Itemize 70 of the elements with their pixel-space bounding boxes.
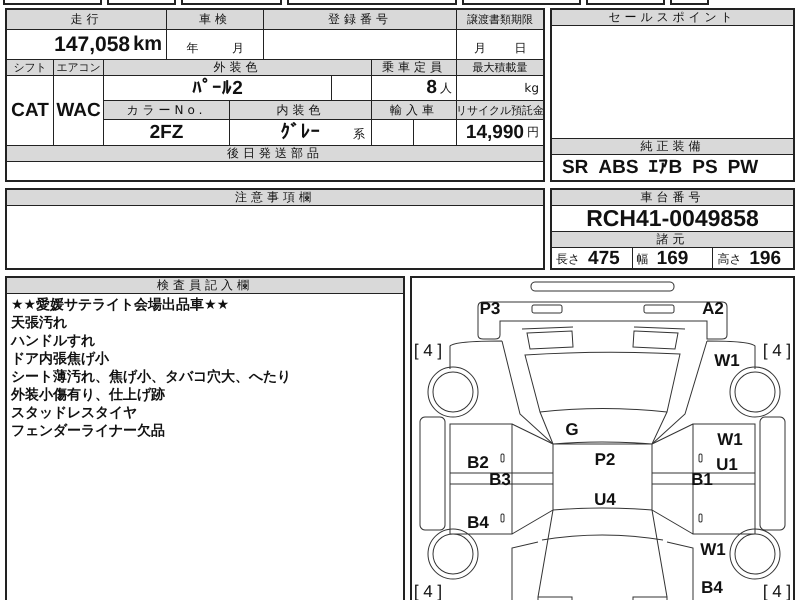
recycling-deposit-value: 14,990 xyxy=(466,122,524,144)
unit-label: 年 xyxy=(186,40,198,57)
section-header: 純正装備 xyxy=(552,138,793,155)
spec-value: 169 xyxy=(656,248,688,270)
column-header: 外装色 xyxy=(104,60,371,75)
spec-value: 196 xyxy=(749,248,782,270)
mileage-value: 147,058 xyxy=(54,32,130,56)
damage-code: P3 xyxy=(480,299,500,318)
damage-code: W1 xyxy=(717,430,743,449)
damage-code: A2 xyxy=(702,299,724,318)
column-header: 走行 xyxy=(7,10,166,29)
spec-label: 長さ xyxy=(556,250,580,268)
inspector-note: 天張汚れ xyxy=(11,314,68,332)
inspector-note: スタッドレスタイヤ xyxy=(11,404,138,422)
column-header: 内装色 xyxy=(230,101,371,119)
equipment-code: PS xyxy=(692,156,718,178)
column-header: 譲渡書類期限 xyxy=(457,10,543,29)
equipment-code: SR xyxy=(562,156,588,178)
unit-label: 人 xyxy=(440,80,452,96)
shift-value: CAT xyxy=(11,100,49,122)
color-number-value: 2FZ xyxy=(150,122,184,144)
chassis-number: RCH41-0049858 xyxy=(586,205,759,232)
section-header: 車台番号 xyxy=(552,190,793,206)
equipment-code: PW xyxy=(728,156,758,178)
inspector-note: ハンドルすれ xyxy=(11,332,96,350)
spec-value: 475 xyxy=(588,248,620,270)
inspector-note: ★★愛媛サテライト会場出品車★★ xyxy=(11,296,230,314)
tire-rating: [ 4 ] xyxy=(762,341,792,360)
unit-label: 系 xyxy=(353,126,365,143)
column-header: カラーNo. xyxy=(104,101,229,119)
damage-code: B2 xyxy=(467,453,489,472)
air-conditioner-value: WAC xyxy=(56,100,101,122)
column-header: 登録番号 xyxy=(264,10,456,29)
unit-label: 円 xyxy=(527,124,539,141)
interior-color-value: ｸﾞﾚｰ xyxy=(280,121,320,144)
unit-label: km xyxy=(133,33,162,56)
inspector-note: ドア内張焦げ小 xyxy=(11,350,110,368)
column-header: 輸入車 xyxy=(372,101,456,119)
damage-code: W1 xyxy=(714,351,740,370)
equipment-code: ｴｱB xyxy=(648,156,682,179)
unit-label: 月 xyxy=(474,40,486,57)
spec-label: 幅 xyxy=(636,250,649,268)
inspector-note: フェンダーライナー欠品 xyxy=(11,422,166,440)
capacity-value: 8 xyxy=(426,77,437,99)
equipment-code: ABS xyxy=(598,156,639,178)
exterior-color-value: ﾊﾟｰﾙ2 xyxy=(192,76,243,100)
column-header: 車検 xyxy=(167,10,263,29)
unit-label: kg xyxy=(524,81,539,95)
spec-label: 高さ xyxy=(717,250,742,268)
tire-rating: [ 4 ] xyxy=(414,341,442,360)
inspector-note: シート薄汚れ、焦げ小、タバコ穴大、へたり xyxy=(11,368,292,386)
column-header: 後日発送部品 xyxy=(7,146,543,161)
damage-code: B4 xyxy=(467,513,489,532)
column-header: 最大積載量 xyxy=(457,60,543,75)
damage-code: B4 xyxy=(701,578,723,597)
damage-code: P2 xyxy=(594,450,616,469)
section-header: セールスポイント xyxy=(552,10,793,26)
unit-label: 月 xyxy=(232,40,244,57)
damage-code: U4 xyxy=(594,490,616,509)
inspector-note: 外装小傷有り、仕上げ跡 xyxy=(11,386,166,404)
section-header: 注意事項欄 xyxy=(7,190,543,206)
section-header: 検査員記入欄 xyxy=(7,278,403,294)
damage-code: W1 xyxy=(700,540,726,559)
column-header: エアコン xyxy=(54,60,103,75)
damage-code: G xyxy=(565,420,579,439)
column-header: シフト xyxy=(7,60,53,75)
section-header: 諸元 xyxy=(552,231,793,248)
damage-code: U1 xyxy=(716,455,738,474)
column-header: 乗車定員 xyxy=(372,60,456,75)
unit-label: 日 xyxy=(514,40,526,57)
